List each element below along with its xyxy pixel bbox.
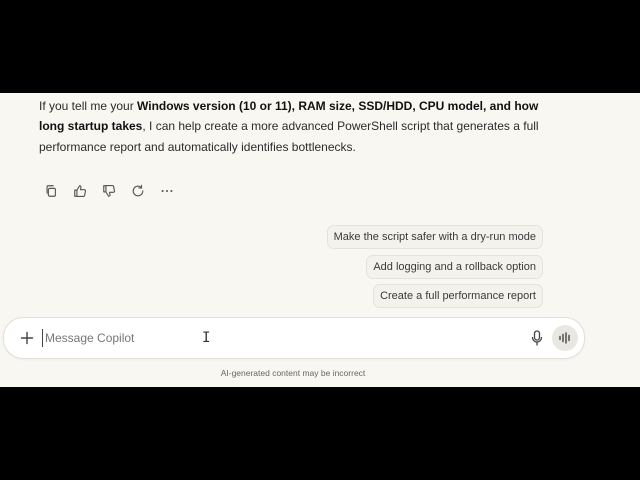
regenerate-button[interactable] [128,181,148,201]
suggestion-chip-dry-run[interactable]: Make the script safer with a dry-run mod… [326,225,543,249]
thumbs-up-icon [74,185,87,197]
text-cursor-icon: I [202,330,211,346]
suggestion-chip-performance-report[interactable]: Create a full performance report [373,284,543,308]
letterbox-top [0,0,640,93]
microphone-button[interactable] [528,328,546,348]
plus-icon [20,331,34,345]
more-button[interactable] [157,181,177,201]
message-text-1: If you tell me your [39,99,138,113]
assistant-message: If you tell me your Windows version (10 … [39,96,559,157]
ai-disclaimer: AI-generated content may be incorrect [220,368,366,378]
thumbs-down-button[interactable] [99,181,119,201]
suggestion-chip-logging[interactable]: Add logging and a rollback option [366,255,543,279]
copy-button[interactable] [41,181,61,201]
message-actions [41,181,177,201]
copy-icon [46,185,56,197]
regenerate-icon [132,184,144,197]
letterbox-bottom [0,387,640,480]
add-attachment-button[interactable] [17,328,37,348]
voice-waveform-icon [559,332,570,344]
voice-mode-button[interactable] [552,325,578,351]
more-icon [161,189,173,193]
microphone-icon [531,330,543,346]
message-composer: I [3,317,585,359]
thumbs-up-button[interactable] [70,181,90,201]
chat-viewport: If you tell me your Windows version (10 … [0,93,640,387]
message-input[interactable] [42,329,485,347]
thumbs-down-icon [103,185,116,197]
